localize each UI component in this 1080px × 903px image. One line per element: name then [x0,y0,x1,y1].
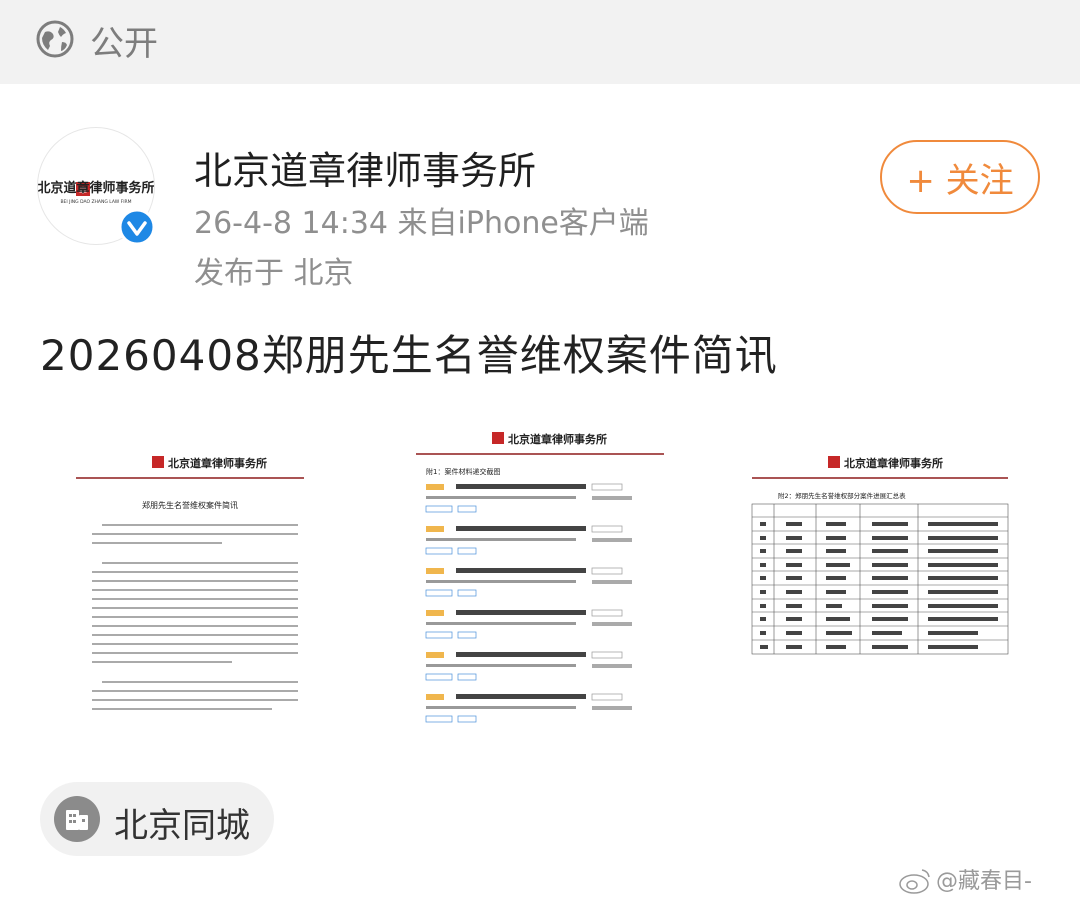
watermark: @藏春目- [896,862,1072,898]
svg-text:北京道章律师事务所: 北京道章律师事务所 [38,180,154,196]
location-tag[interactable]: 北京同城 [40,782,274,856]
svg-text:郑朋先生名誉维权案件简讯: 郑朋先生名誉维权案件简讯 [142,500,238,510]
image-thumbnail-3[interactable]: 北京道章律师事务所 附2：郑朋先生名誉维权部分案件进展汇总表 [748,448,1012,660]
visibility-label[interactable]: 公开 [90,16,158,65]
verified-badge-icon [118,208,156,246]
image-thumbnail-1[interactable]: 北京道章律师事务所 郑朋先生名誉维权案件简讯 [72,440,308,746]
svg-text:北京道章律师事务所: 北京道章律师事务所 [508,432,607,446]
svg-text:北京道章律师事务所: 北京道章律师事务所 [844,456,943,470]
building-icon [54,796,100,842]
svg-text:附2：郑朋先生名誉维权部分案件进展汇总表: 附2：郑朋先生名誉维权部分案件进展汇总表 [778,491,906,500]
location-tag-label: 北京同城 [114,806,250,846]
image-thumbnail-2[interactable]: 北京道章律师事务所 附1：案件材料递交截图 [412,428,668,748]
weibo-icon [899,869,930,894]
visibility-bar: 公开 [0,0,1080,84]
follow-button[interactable]: + 关注 [880,140,1040,214]
svg-text:BEI JING DAO ZHANG LAW FIRM: BEI JING DAO ZHANG LAW FIRM [60,199,131,205]
poster-name[interactable]: 北京道章律师事务所 [194,140,536,195]
svg-text:附1：案件材料递交截图: 附1：案件材料递交截图 [426,467,500,476]
post-meta: 26-4-8 14:34 来自iPhone客户端 [194,206,649,241]
svg-text:北京道章律师事务所: 北京道章律师事务所 [168,456,267,470]
post-location: 发布于 北京 [194,256,354,291]
watermark-text: @藏春目- [936,869,1032,894]
globe-icon [36,20,74,58]
post-text: 20260408郑朋先生名誉维权案件简讯 [40,331,778,380]
